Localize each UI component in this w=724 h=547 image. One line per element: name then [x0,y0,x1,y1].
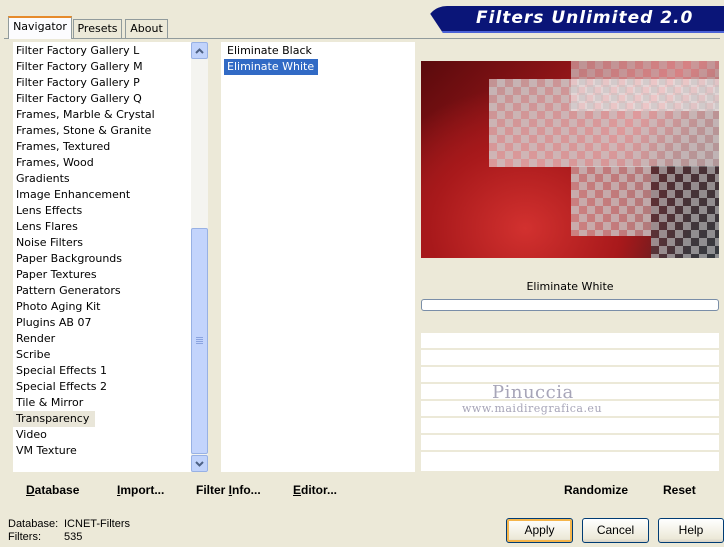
param-row [421,350,719,365]
database-button[interactable]: Database [26,483,79,497]
param-row [421,452,719,471]
category-item[interactable]: Video [13,427,191,443]
category-item[interactable]: Frames, Textured [13,139,191,155]
category-item[interactable]: Render [13,331,191,347]
cancel-button[interactable]: Cancel [582,518,649,543]
category-item[interactable]: VM Texture [13,443,191,459]
chevron-down-icon [195,460,204,467]
editor-button[interactable]: Editor... [293,483,337,497]
scroll-up-button[interactable] [191,42,208,59]
filter-info-button[interactable]: Filter Info... [196,483,261,497]
param-row [421,435,719,450]
watermark-name: Pinuccia [492,382,574,403]
category-item[interactable]: Lens Flares [13,219,191,235]
apply-button[interactable]: Apply [506,518,573,543]
category-item[interactable]: Frames, Marble & Crystal [13,107,191,123]
param-row [421,333,719,348]
tab-presets[interactable]: Presets [73,19,122,38]
status-filters-label: Filters: [8,531,41,543]
chevron-up-icon [195,47,204,54]
scroll-down-button[interactable] [191,455,208,472]
tab-divider [4,38,720,39]
status-database-value: ICNET-Filters [64,518,130,530]
banner-title: Filters Unlimited 2.0 [476,8,694,28]
filter-list[interactable]: Eliminate Black Eliminate White [221,42,415,472]
category-item[interactable]: Scribe [13,347,191,363]
category-item[interactable]: Tile & Mirror [13,395,191,411]
category-item[interactable]: Frames, Wood [13,155,191,171]
filter-item[interactable]: Eliminate Black [224,43,415,59]
category-item[interactable]: Pattern Generators [13,283,191,299]
category-list[interactable]: Filter Factory Gallery L Filter Factory G… [13,42,191,472]
selected-filter-label: Eliminate White [421,277,719,297]
category-scrollbar[interactable] [191,42,208,472]
category-item[interactable]: Filter Factory Gallery L [13,43,191,59]
category-item[interactable]: Special Effects 1 [13,363,191,379]
status-filters-value: 535 [64,531,83,543]
import-button[interactable]: Import... [117,483,164,497]
status-database-label: Database: [8,518,59,530]
progress-bar [421,299,719,311]
category-item[interactable]: Special Effects 2 [13,379,191,395]
tab-navigator[interactable]: Navigator [8,16,72,39]
category-item[interactable]: Frames, Stone & Granite [13,123,191,139]
reset-button[interactable]: Reset [663,483,696,497]
category-item[interactable]: Noise Filters [13,235,191,251]
category-item[interactable]: Paper Textures [13,267,191,283]
filter-item[interactable]: Eliminate White [224,59,319,75]
category-item[interactable]: Image Enhancement [13,187,191,203]
category-item[interactable]: Transparency [13,411,96,427]
preview-image [421,61,719,258]
scroll-thumb[interactable] [191,228,208,454]
category-item[interactable]: Filter Factory Gallery P [13,75,191,91]
category-item[interactable]: Plugins AB 07 [13,315,191,331]
category-item[interactable]: Filter Factory Gallery Q [13,91,191,107]
category-item[interactable]: Gradients [13,171,191,187]
category-item[interactable]: Paper Backgrounds [13,251,191,267]
param-row [421,418,719,433]
randomize-button[interactable]: Randomize [564,483,628,497]
help-button[interactable]: Help [658,518,724,543]
category-item[interactable]: Filter Factory Gallery M [13,59,191,75]
category-item[interactable]: Photo Aging Kit [13,299,191,315]
watermark-url: www.maidiregrafica.eu [462,402,603,415]
grip-icon [196,337,203,345]
param-row [421,367,719,382]
category-item[interactable]: Lens Effects [13,203,191,219]
tab-about[interactable]: About [125,19,168,38]
